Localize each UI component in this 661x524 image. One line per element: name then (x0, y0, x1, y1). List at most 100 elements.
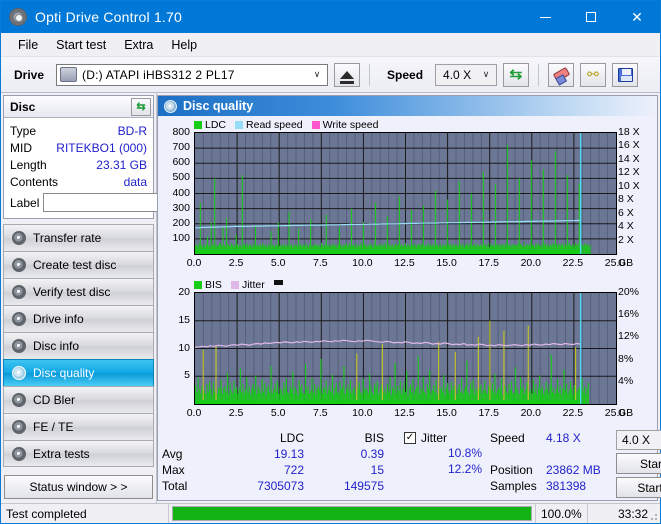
x-tick-label: 10.0 (348, 258, 376, 269)
chevron-down-icon: ∨ (478, 69, 494, 80)
key-icon: ⚯ (587, 66, 599, 83)
jitter-header: ✓ Jitter (394, 430, 490, 446)
jitter-checkbox[interactable]: ✓ (404, 432, 416, 444)
chart2-plot (194, 292, 617, 405)
sidebar-item-drive-info[interactable]: Drive info (3, 305, 154, 332)
progress-cell (169, 504, 536, 523)
speed-column: Speed 4.18 X Position 23862 MB Samples 3… (490, 430, 610, 498)
disc-length-label: Length (10, 158, 47, 172)
disc-icon (12, 312, 26, 326)
sidebar: Disc ⇆ Type BD-R MID RITEKBO1 (000) Leng… (1, 93, 157, 503)
jitter-label: Jitter (421, 431, 447, 445)
key-button[interactable]: ⚯ (580, 63, 606, 87)
legend-label-write-speed: Write speed (323, 119, 379, 131)
disc-icon (12, 447, 26, 461)
legend-swatch-read-speed (235, 121, 243, 129)
disc-row-type: Type BD-R (10, 122, 147, 139)
legend-swatch-bis (194, 281, 202, 289)
y-tick-label: 400 (158, 188, 190, 199)
menu-start-test[interactable]: Start test (47, 35, 115, 55)
drive-select[interactable]: (D:) ATAPI iHBS312 2 PL17 ∨ (56, 64, 328, 86)
y-tick-label: 5 (158, 370, 190, 381)
sidebar-item-fe-te[interactable]: FE / TE (3, 413, 154, 440)
disc-icon (12, 231, 26, 245)
disc-icon (12, 258, 26, 272)
disc-quality-icon (164, 100, 177, 113)
y2-tick-label: 10 X (618, 181, 640, 192)
speed-row: Speed 4.18 X (490, 430, 610, 446)
disc-panel-body: Type BD-R MID RITEKBO1 (000) Length 23.3… (4, 118, 153, 218)
x-tick-label: 10.0 (348, 408, 376, 419)
x-tick-label: 2.5 (222, 408, 250, 419)
legend-item-jitter: Jitter (231, 279, 265, 291)
minimize-button[interactable] (522, 1, 568, 33)
sidebar-item-cd-bler[interactable]: CD Bler (3, 386, 154, 413)
progress-bar (172, 506, 532, 521)
speed-label: Speed (490, 431, 546, 445)
legend-label-bis: BIS (205, 279, 222, 291)
sidebar-item-create-test-disc[interactable]: Create test disc (3, 251, 154, 278)
x-tick-label: 20.0 (517, 408, 545, 419)
speed-select[interactable]: 4.0 X ∨ (435, 64, 497, 86)
sidebar-item-label: Disc quality (33, 366, 94, 380)
disc-contents-label: Contents (10, 175, 58, 189)
status-window-button[interactable]: Status window > > (4, 475, 153, 499)
sidebar-item-extra-tests[interactable]: Extra tests (3, 440, 154, 467)
y-tick-label: 15 (158, 315, 190, 326)
refresh-button[interactable]: ⇆ (503, 63, 529, 87)
disc-panel-title: Disc (10, 100, 35, 114)
stats-total-ldc: 7305073 (220, 479, 304, 493)
x-tick-label: 0.0 (180, 408, 208, 419)
sidebar-item-disc-quality[interactable]: Disc quality (3, 359, 154, 386)
disc-icon (12, 285, 26, 299)
test-speed-select[interactable]: 4.0 X ∨ (616, 430, 661, 450)
menu-extra[interactable]: Extra (115, 35, 162, 55)
start-part-button[interactable]: Start part (616, 477, 661, 498)
window-controls: ✕ (522, 1, 660, 33)
jitter-avg-value: 10.8% (394, 446, 490, 462)
save-button[interactable] (612, 63, 638, 87)
close-button[interactable]: ✕ (614, 1, 660, 33)
legend-label-read-speed: Read speed (246, 119, 303, 131)
stats-row-avg: Avg 19.13 0.39 (162, 446, 394, 462)
x-tick-label: 5.0 (264, 408, 292, 419)
menu-help[interactable]: Help (162, 35, 206, 55)
menu-file[interactable]: File (9, 35, 47, 55)
y2-tick-label: 4% (618, 376, 633, 387)
chart2-marker-icon (274, 280, 283, 285)
x-tick-label: 20.0 (517, 258, 545, 269)
resize-grip[interactable] (648, 511, 658, 521)
refresh-icon: ⇆ (510, 66, 523, 83)
drive-label: Drive (6, 68, 50, 82)
samples-value: 381398 (546, 479, 586, 493)
y2-tick-label: 20% (618, 287, 639, 298)
chart1-plot (194, 132, 617, 255)
disc-refresh-button[interactable]: ⇆ (131, 98, 151, 116)
stats-header-row: LDC BIS (162, 430, 394, 446)
x-tick-label: 17.5 (475, 408, 503, 419)
eject-button[interactable] (334, 63, 360, 87)
y-tick-label: 500 (158, 172, 190, 183)
stats-row-label: Max (162, 463, 220, 477)
disc-row-mid: MID RITEKBO1 (000) (10, 139, 147, 156)
sidebar-item-transfer-rate[interactable]: Transfer rate (3, 224, 154, 251)
x-tick-label: 0.0 (180, 258, 208, 269)
sidebar-nav: Transfer rate Create test disc Verify te… (3, 224, 154, 467)
y2-tick-label: 18 X (618, 127, 640, 138)
menu-bar: File Start test Extra Help (1, 33, 660, 57)
maximize-button[interactable] (568, 1, 614, 33)
sidebar-item-label: Drive info (33, 312, 84, 326)
speed-label: Speed (379, 68, 429, 82)
sidebar-item-label: Transfer rate (33, 231, 101, 245)
erase-button[interactable] (548, 63, 574, 87)
chevron-down-icon: ∨ (309, 69, 325, 80)
start-full-button[interactable]: Start full (616, 453, 661, 474)
x-axis-unit: GB (618, 408, 633, 419)
sidebar-item-verify-test-disc[interactable]: Verify test disc (3, 278, 154, 305)
refresh-icon: ⇆ (136, 100, 145, 113)
disc-row-length: Length 23.31 GB (10, 156, 147, 173)
sidebar-item-disc-info[interactable]: Disc info (3, 332, 154, 359)
disc-icon (12, 420, 26, 434)
legend-label-ldc: LDC (205, 119, 226, 131)
x-tick-label: 5.0 (264, 258, 292, 269)
